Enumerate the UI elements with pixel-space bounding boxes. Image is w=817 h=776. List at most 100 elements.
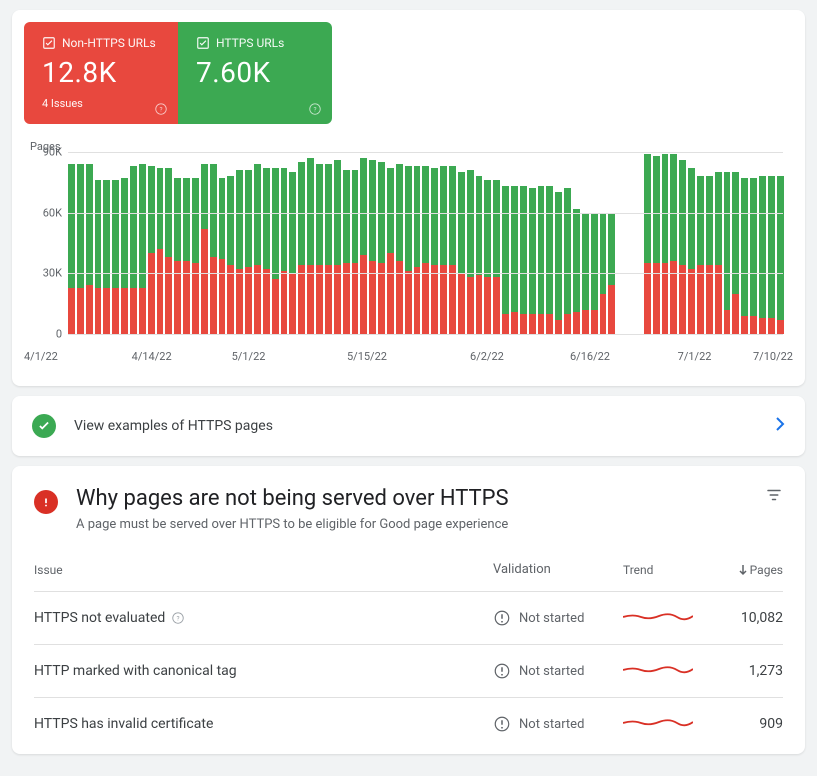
chart-area: Pages 90K60K30K0: [24, 144, 793, 344]
sort-desc-icon: [738, 564, 748, 576]
sparkline-icon: [623, 661, 693, 677]
chart-bar: [334, 152, 341, 334]
col-issue-header: Issue: [34, 563, 493, 577]
gridline: [68, 152, 783, 153]
sparkline-icon: [623, 714, 693, 730]
chart-bar: [759, 152, 766, 334]
chart-bar: [449, 152, 456, 334]
chart-bar: [201, 152, 208, 334]
chart-bar: [662, 152, 669, 334]
y-tick: 0: [56, 328, 62, 341]
chart-bar: [608, 152, 615, 334]
checkbox-icon: [196, 36, 210, 50]
table-row[interactable]: HTTPS not evaluated?Not started10,082: [34, 591, 783, 644]
chart-bar: [86, 152, 93, 334]
chart-bar: [396, 152, 403, 334]
svg-text:?: ?: [313, 105, 316, 113]
tab-https[interactable]: HTTPS URLs 7.60K ?: [178, 22, 332, 124]
issues-table: Issue Validation Trend Pages HTTPS not e…: [34, 562, 783, 750]
chart-bar: [732, 152, 739, 334]
chart-bar: [422, 152, 429, 334]
chart-bar: [644, 152, 651, 334]
help-icon[interactable]: ?: [171, 611, 185, 625]
chart-bar: [369, 152, 376, 334]
chart-bar: [670, 152, 677, 334]
svg-text:?: ?: [177, 614, 180, 622]
chart-bar: [254, 152, 261, 334]
gridline: [68, 334, 783, 335]
warning-icon: [493, 662, 511, 680]
chart-bar: [546, 152, 553, 334]
validation-cell: Not started: [493, 715, 623, 733]
col-pages-header[interactable]: Pages: [713, 563, 783, 577]
chart-bar: [706, 152, 713, 334]
svg-text:?: ?: [159, 105, 162, 113]
chart-bar: [591, 152, 598, 334]
chart-bar: [679, 152, 686, 334]
chart-bar: [245, 152, 252, 334]
chart-bar: [493, 152, 500, 334]
chart-bar: [165, 152, 172, 334]
chart-bar: [688, 152, 695, 334]
x-tick: 5/1/22: [232, 350, 266, 363]
chevron-right-icon: [775, 416, 785, 436]
help-icon[interactable]: ?: [154, 102, 168, 116]
error-circle-icon: [34, 490, 58, 514]
chart-bar: [476, 152, 483, 334]
chart-bar: [263, 152, 270, 334]
chart-bar: [378, 152, 385, 334]
chart-bar: [307, 152, 314, 334]
x-tick: 7/10/22: [753, 350, 793, 363]
gridline: [68, 273, 783, 274]
tab-https-label: HTTPS URLs: [216, 36, 284, 50]
pages-cell: 10,082: [713, 610, 783, 626]
chart-bar: [289, 152, 296, 334]
chart-bar: [626, 152, 633, 334]
view-examples-link[interactable]: View examples of HTTPS pages: [12, 396, 805, 456]
tab-https-header: HTTPS URLs: [196, 36, 314, 50]
chart-bar: [360, 152, 367, 334]
chart-bar: [183, 152, 190, 334]
warning-icon: [493, 609, 511, 627]
x-tick: 4/14/22: [132, 350, 172, 363]
validation-cell: Not started: [493, 662, 623, 680]
tab-non-https-value: 12.8K: [42, 56, 160, 89]
tab-non-https-issues: 4 Issues: [42, 97, 160, 110]
sparkline-icon: [623, 608, 693, 624]
chart-bar: [343, 152, 350, 334]
tab-non-https[interactable]: Non-HTTPS URLs 12.8K 4 Issues ?: [24, 22, 178, 124]
chart-bar: [157, 152, 164, 334]
chart-bar: [573, 152, 580, 334]
chart-bar: [617, 152, 624, 334]
chart-bar: [458, 152, 465, 334]
chart-bar: [148, 152, 155, 334]
y-tick: 30K: [43, 267, 62, 280]
issues-title: Why pages are not being served over HTTP…: [76, 486, 747, 511]
chart-bar: [352, 152, 359, 334]
chart-bar: [600, 152, 607, 334]
stat-tabs: Non-HTTPS URLs 12.8K 4 Issues ? HTTPS UR…: [24, 22, 793, 124]
chart-bar: [511, 152, 518, 334]
view-examples-label: View examples of HTTPS pages: [74, 418, 757, 434]
chart-bar: [777, 152, 784, 334]
trend-cell: [623, 608, 713, 628]
chart-bar: [112, 152, 119, 334]
chart-bar: [582, 152, 589, 334]
table-row[interactable]: HTTPS has invalid certificateNot started…: [34, 697, 783, 750]
chart-bar: [139, 152, 146, 334]
chart-bar: [635, 152, 642, 334]
chart-bar: [431, 152, 438, 334]
table-row[interactable]: HTTP marked with canonical tagNot starte…: [34, 644, 783, 697]
chart-bar: [697, 152, 704, 334]
chart-bar: [192, 152, 199, 334]
validation-status: Not started: [519, 717, 584, 732]
help-icon[interactable]: ?: [308, 102, 322, 116]
validation-cell: Not started: [493, 609, 623, 627]
x-tick: 4/1/22: [24, 350, 58, 363]
chart-bar: [281, 152, 288, 334]
filter-icon[interactable]: [765, 486, 783, 508]
validation-status: Not started: [519, 664, 584, 679]
chart-bar: [555, 152, 562, 334]
y-tick: 90K: [43, 146, 62, 159]
chart-bar: [174, 152, 181, 334]
